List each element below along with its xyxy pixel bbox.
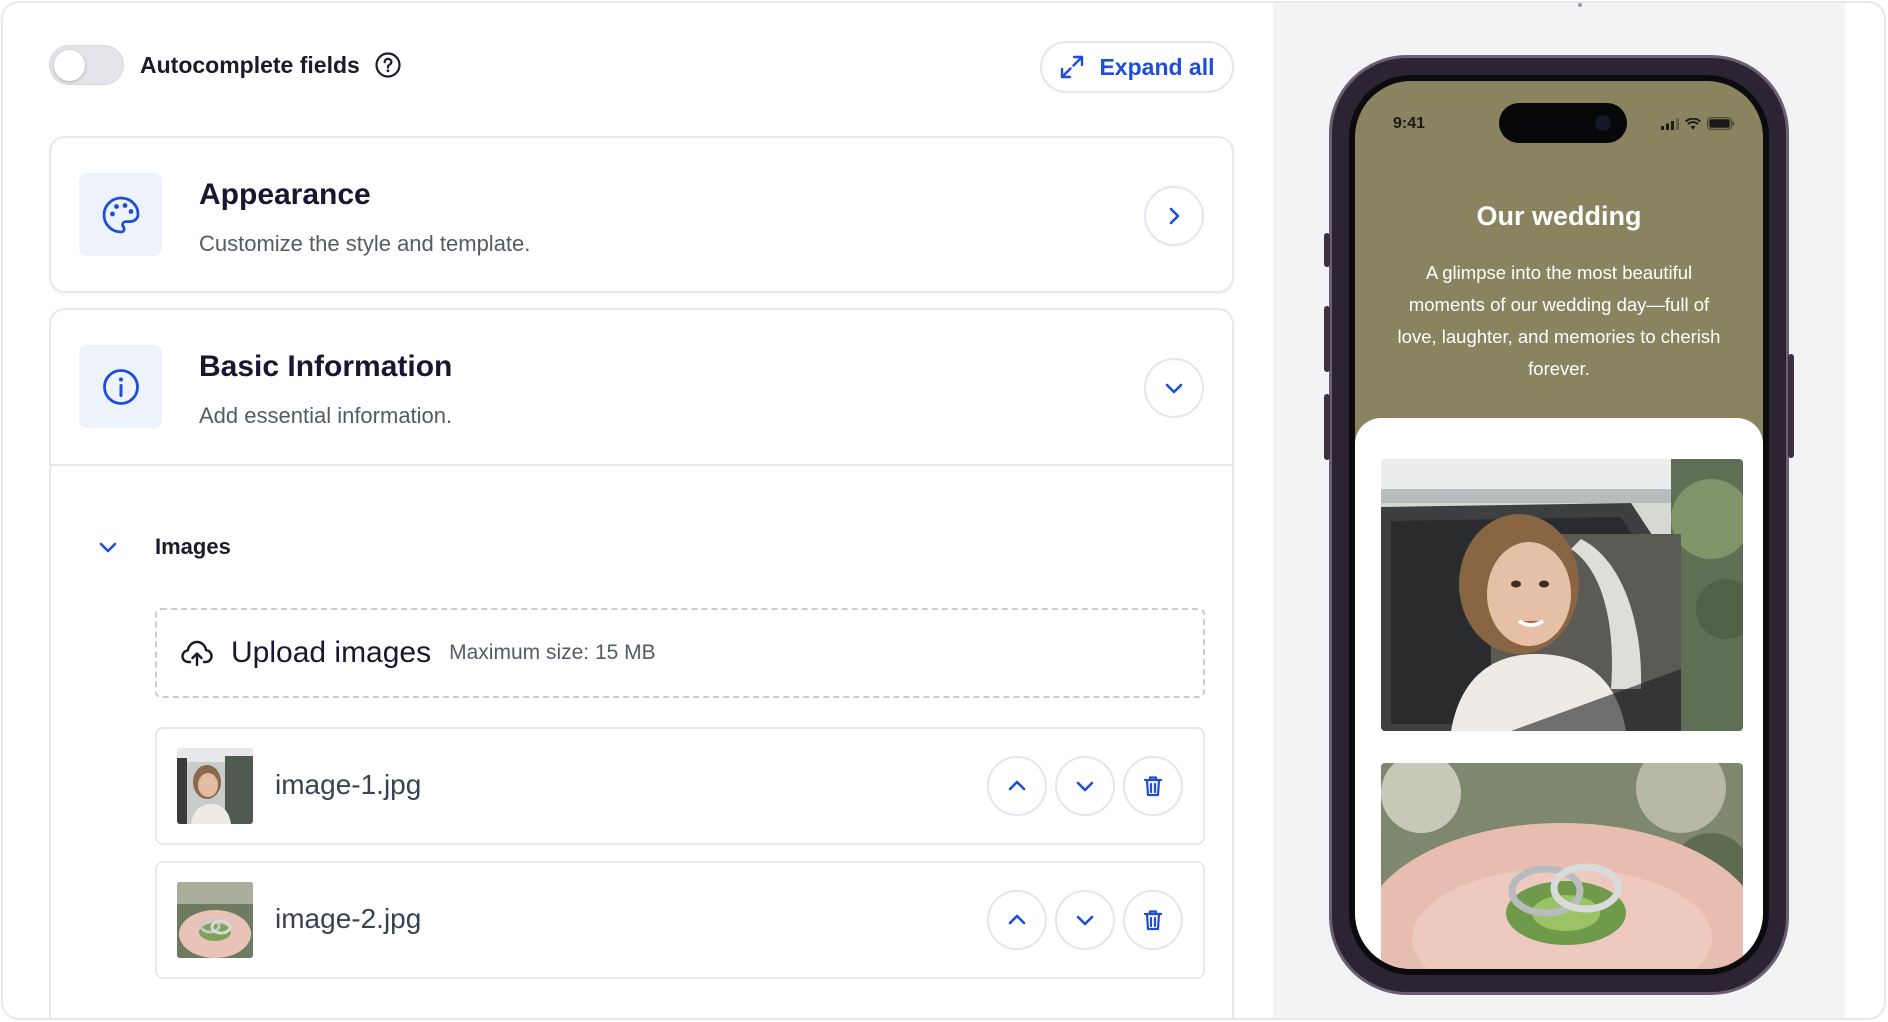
preview-gallery: [1355, 418, 1763, 969]
move-up-button[interactable]: [987, 890, 1047, 950]
upload-images-label: Upload images: [231, 636, 432, 669]
expand-all-label: Expand all: [1099, 53, 1215, 80]
phone-frame: 9:41 Our wedding A glimpse into the most…: [1324, 55, 1794, 995]
image-row: image-2.jpg: [155, 861, 1205, 979]
editor-toolbar: Autocomplete fields Expand all: [49, 41, 1234, 99]
bride-in-car-photo: [1381, 459, 1743, 731]
status-bar: 9:41: [1355, 81, 1763, 151]
dynamic-island: [1499, 103, 1627, 143]
chevron-right-icon: [1169, 207, 1180, 225]
image-row-actions: [987, 890, 1183, 950]
phone-side-button: [1324, 233, 1330, 267]
image-thumbnail: [177, 748, 253, 824]
help-icon[interactable]: [374, 51, 402, 79]
info-icon: [102, 368, 139, 405]
preview-title: Our wedding: [1476, 201, 1642, 231]
chevron-down-icon: [99, 542, 117, 553]
mobile-preview-panel: 9:41 Our wedding A glimpse into the most…: [1273, 3, 1845, 1018]
appearance-subtitle: Customize the style and template.: [199, 231, 531, 256]
preview-dot: [1578, 3, 1582, 7]
chevron-down-icon: [1165, 383, 1183, 394]
images-group-toggle[interactable]: Images: [97, 532, 231, 562]
basic-info-icon-tile: [79, 345, 162, 428]
status-time: 9:41: [1393, 115, 1426, 132]
images-label: Images: [155, 534, 231, 559]
editor-panel: Autocomplete fields Expand all Appearanc…: [3, 3, 1272, 1018]
cloud-upload-icon: [181, 640, 213, 667]
gallery-photo: [1381, 763, 1743, 969]
image-row-actions: [987, 756, 1183, 816]
phone-side-button: [1324, 394, 1330, 460]
basic-info-title: Basic Information: [199, 350, 453, 383]
wifi-icon: [1685, 117, 1701, 129]
basic-info-subtitle: Add essential information.: [199, 403, 453, 428]
preview-description: A glimpse into the most beautiful moment…: [1397, 262, 1721, 379]
chevron-down-icon: [1076, 915, 1094, 926]
camera-dot: [1595, 115, 1611, 131]
basic-info-collapse-button[interactable]: [1144, 358, 1204, 418]
trash-icon: [1143, 776, 1163, 797]
chevron-down-icon: [1076, 781, 1094, 792]
gallery-photo: [1381, 459, 1743, 731]
phone-bezel: 9:41 Our wedding A glimpse into the most…: [1349, 75, 1769, 975]
appearance-section[interactable]: Appearance Customize the style and templ…: [49, 136, 1234, 293]
image-row: image-1.jpg: [155, 727, 1205, 845]
appearance-title: Appearance: [199, 178, 371, 211]
chevron-up-icon: [1008, 780, 1026, 791]
move-down-button[interactable]: [1055, 890, 1115, 950]
move-up-button[interactable]: [987, 756, 1047, 816]
move-down-button[interactable]: [1055, 756, 1115, 816]
palette-icon: [102, 196, 139, 233]
trash-icon: [1143, 910, 1163, 931]
wedding-rings-photo: [1381, 763, 1743, 969]
upload-size-hint: Maximum size: 15 MB: [449, 641, 656, 664]
expand-icon: [1061, 55, 1084, 79]
autocomplete-toggle[interactable]: [49, 45, 124, 85]
expand-all-button[interactable]: Expand all: [1040, 41, 1234, 93]
image-filename: image-1.jpg: [275, 769, 422, 800]
image-filename: image-2.jpg: [275, 903, 422, 934]
appearance-icon-tile: [79, 173, 162, 256]
signal-icon: [1661, 118, 1679, 130]
basic-information-section: Basic Information Add essential informat…: [49, 308, 1234, 1018]
section-divider: [51, 464, 1232, 466]
delete-image-button[interactable]: [1123, 890, 1183, 950]
toggle-knob: [54, 50, 85, 81]
rings-photo-thumbnail: [177, 882, 253, 958]
image-thumbnail: [177, 882, 253, 958]
appearance-open-button[interactable]: [1144, 186, 1204, 246]
battery-icon: [1707, 117, 1735, 130]
delete-image-button[interactable]: [1123, 756, 1183, 816]
status-icons: [1661, 117, 1735, 130]
phone-screen: 9:41 Our wedding A glimpse into the most…: [1355, 81, 1763, 969]
bride-photo-thumbnail: [177, 748, 253, 824]
phone-side-button: [1788, 354, 1794, 458]
chevron-up-icon: [1008, 914, 1026, 925]
phone-side-button: [1324, 306, 1330, 372]
upload-images-dropzone[interactable]: Upload images Maximum size: 15 MB: [155, 608, 1205, 698]
app-frame: Autocomplete fields Expand all Appearanc…: [1, 1, 1886, 1020]
autocomplete-label: Autocomplete fields: [140, 52, 360, 78]
